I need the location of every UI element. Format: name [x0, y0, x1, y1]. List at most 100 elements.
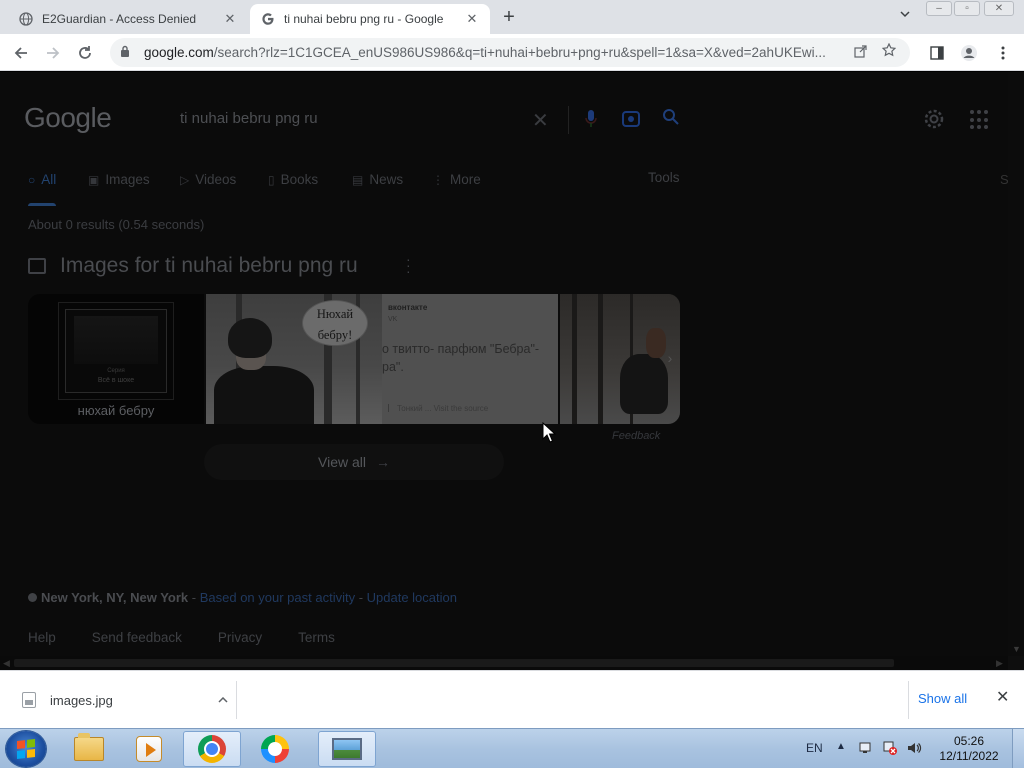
cut-off-text: S	[1000, 172, 1008, 187]
more-options-kebab-icon[interactable]: · · ·	[406, 252, 411, 278]
folder-icon	[74, 733, 104, 761]
divider	[908, 681, 909, 719]
source-sub: VK	[388, 316, 398, 323]
reload-icon[interactable]	[74, 42, 96, 64]
view-all-button[interactable]: View all →	[204, 444, 504, 480]
browser-toolbar: google.com/search?rlz=1C1GCEA_enUS986US9…	[0, 34, 1024, 71]
poster-frame: Серия Всё в шоке	[65, 309, 167, 393]
tab-books[interactable]: ▯ Books	[268, 170, 318, 206]
scroll-left-arrow-icon[interactable]: ◀	[3, 656, 10, 670]
scroll-right-arrow-icon[interactable]: ▶	[996, 656, 1003, 670]
update-location-link[interactable]: Update location	[367, 590, 457, 605]
footer-terms-link[interactable]: Terms	[298, 630, 335, 645]
google-results-page: Google ti nuhai bebru png ru ✕ ○ All ▣ I…	[0, 72, 1008, 656]
image-result-card[interactable]: Серия Всё в шоке нюхай бебру	[28, 294, 204, 424]
location-basis-link[interactable]: Based on your past activity	[200, 590, 355, 605]
show-all-downloads-button[interactable]: Show all	[918, 691, 967, 706]
volume-speaker-icon[interactable]	[906, 740, 922, 756]
footer-privacy-link[interactable]: Privacy	[218, 630, 262, 645]
minimize-button[interactable]: –	[926, 1, 952, 16]
tab-images[interactable]: ▣ Images	[88, 170, 150, 206]
visit-source-link[interactable]: Тонкий ... Visit the source	[388, 404, 488, 413]
chevron-right-icon[interactable]: ›	[662, 350, 678, 366]
new-tab-button[interactable]: +	[498, 7, 520, 29]
person-body	[214, 366, 314, 424]
taskbar-chrome[interactable]	[183, 731, 241, 767]
scrollbar-thumb[interactable]	[14, 659, 894, 667]
footer-send-feedback-link[interactable]: Send feedback	[92, 630, 182, 645]
meme-thumbnail: Нюхай бебру!	[206, 294, 382, 424]
image-icon: ▣	[88, 173, 100, 187]
tab-more[interactable]: ⋮ More	[432, 170, 481, 206]
start-button[interactable]	[6, 731, 46, 767]
show-desktop-button[interactable]	[1012, 729, 1024, 768]
lock-icon[interactable]	[120, 45, 134, 60]
person-hat	[228, 318, 272, 358]
result-preview-panel[interactable]: вконтакте VK о твитто- парфюм "Бебра"-ра…	[382, 294, 558, 424]
google-logo[interactable]: Google	[24, 102, 112, 134]
taskbar-security-app[interactable]	[246, 731, 304, 767]
close-download-shelf-icon[interactable]: ✕	[996, 687, 1009, 707]
show-hidden-icons-arrow[interactable]: ▲	[836, 741, 846, 752]
person-figure	[620, 354, 668, 414]
image-caption: нюхай бебру	[77, 403, 155, 418]
action-center-flag-icon[interactable]	[858, 740, 874, 756]
google-lens-camera-icon[interactable]	[622, 111, 640, 127]
vertical-scrollbar[interactable]: ▼	[1008, 72, 1024, 656]
footer-links: Help Send feedback Privacy Terms	[28, 630, 371, 645]
horizontal-scrollbar[interactable]: ◀ ▶	[0, 656, 1008, 670]
taskbar-media-player[interactable]	[120, 731, 178, 767]
kebab-icon: ⋮	[432, 173, 444, 187]
image-icon	[28, 258, 46, 274]
tab-news[interactable]: ▤ News	[352, 170, 403, 206]
tab-google-search[interactable]: ti nuhai bebru png ru - Google ✕	[250, 4, 490, 34]
close-tab-icon[interactable]: ✕	[222, 11, 238, 27]
restore-button[interactable]: ▫	[954, 1, 980, 16]
taskbar-explorer[interactable]	[60, 731, 118, 767]
url-text[interactable]: google.com/search?rlz=1C1GCEA_enUS986US9…	[144, 45, 848, 60]
back-arrow-icon[interactable]	[10, 42, 32, 64]
download-item[interactable]: images.jpg	[12, 679, 234, 721]
tab-videos[interactable]: ▷ Videos	[180, 170, 236, 206]
tools-button[interactable]: Tools	[648, 170, 680, 185]
poster-text: Серия	[107, 368, 125, 374]
close-tab-icon[interactable]: ✕	[464, 11, 480, 27]
bookmark-star-icon[interactable]	[881, 42, 900, 62]
tab-label: More	[450, 172, 481, 187]
share-icon[interactable]	[854, 44, 872, 61]
clear-search-icon[interactable]: ✕	[532, 108, 549, 133]
search-icon[interactable]	[662, 108, 680, 131]
google-apps-grid-icon[interactable]	[970, 110, 990, 130]
tab-all[interactable]: ○ All	[28, 170, 57, 206]
feedback-link[interactable]: Feedback	[612, 430, 660, 442]
voice-search-mic-icon[interactable]	[584, 109, 598, 129]
visit-source-label: Тонкий ... Visit the source	[397, 404, 489, 413]
tab-e2guardian[interactable]: E2Guardian - Access Denied ✕	[8, 4, 248, 34]
download-shelf: images.jpg Show all ✕	[0, 670, 1024, 728]
tab-search-chevron-icon[interactable]	[896, 8, 914, 26]
windows-taskbar: EN ▲ 05:26 12/11/2022	[0, 728, 1024, 768]
search-input[interactable]: ti nuhai bebru png ru	[180, 110, 318, 127]
system-clock[interactable]: 05:26 12/11/2022	[932, 734, 1006, 764]
chrome-menu-kebab-icon[interactable]	[992, 42, 1014, 64]
image-result-card[interactable]: ›	[560, 294, 680, 424]
taskbar-photo-viewer[interactable]	[318, 731, 376, 767]
footer-help-link[interactable]: Help	[28, 630, 56, 645]
language-indicator[interactable]: EN	[806, 741, 823, 755]
address-bar[interactable]: google.com/search?rlz=1C1GCEA_enUS986US9…	[110, 38, 910, 67]
profile-avatar-icon[interactable]	[958, 42, 980, 64]
search-icon: ○	[28, 173, 36, 187]
search-box[interactable]: ti nuhai bebru png ru ✕	[160, 92, 696, 148]
close-window-button[interactable]: ✕	[984, 1, 1014, 16]
settings-gear-icon[interactable]	[922, 108, 946, 132]
speech-line: Нюхай	[316, 307, 354, 321]
result-stats: About 0 results (0.54 seconds)	[28, 217, 205, 232]
scroll-down-arrow-icon[interactable]: ▼	[1012, 644, 1021, 654]
image-result-card-expanded[interactable]: Нюхай бебру! вконтакте VK о твитто- парф…	[206, 294, 558, 424]
images-section-title[interactable]: Images for ti nuhai bebru png ru	[60, 254, 358, 278]
chevron-up-icon[interactable]	[218, 694, 228, 706]
forward-arrow-icon[interactable]	[42, 42, 64, 64]
side-panel-icon[interactable]	[926, 42, 948, 64]
network-error-icon[interactable]	[882, 740, 898, 756]
divider	[236, 681, 237, 719]
